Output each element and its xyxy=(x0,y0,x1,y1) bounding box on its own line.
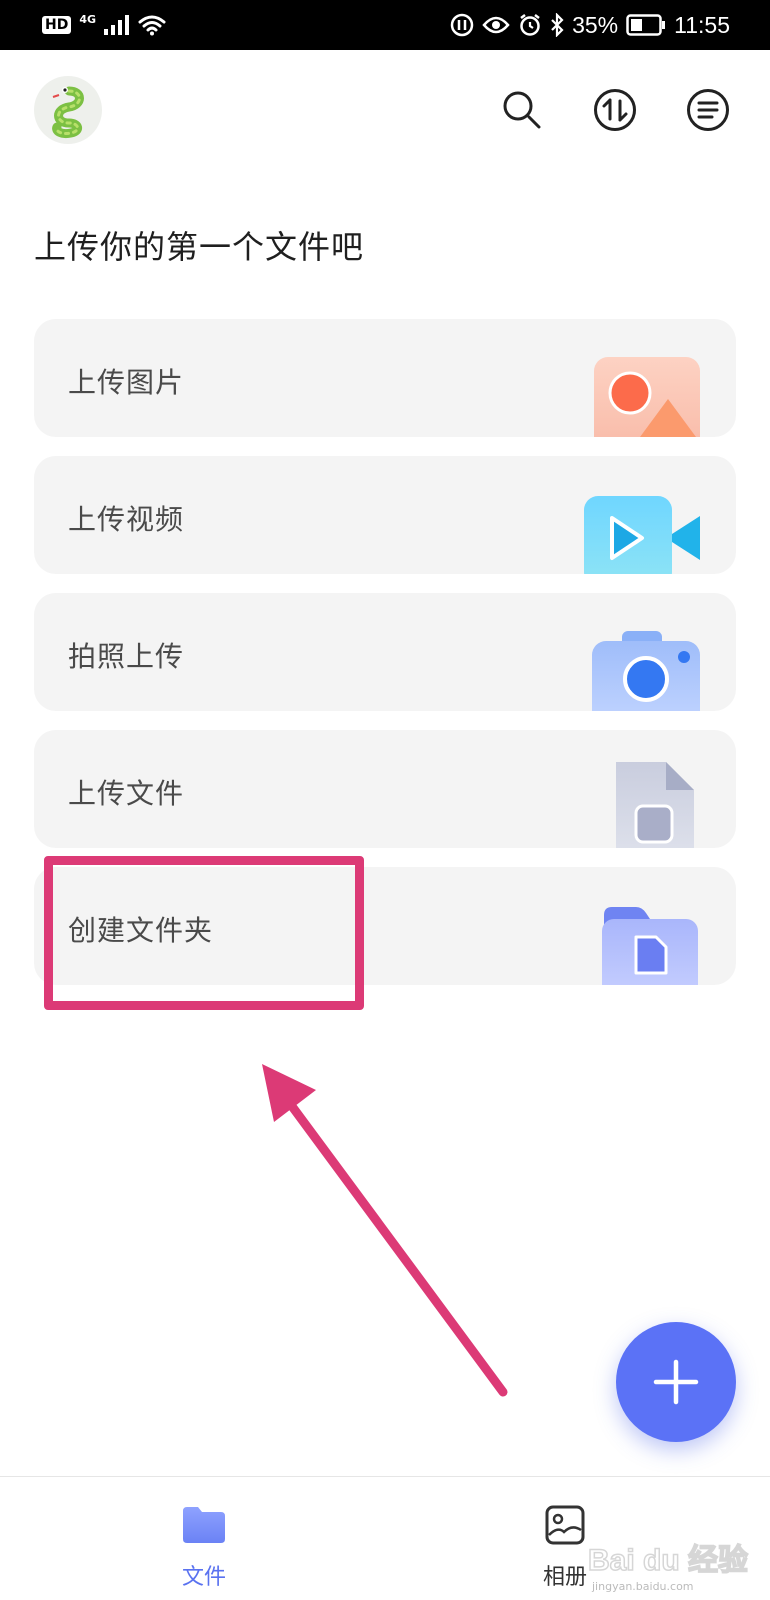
status-right: 35% 11:55 xyxy=(450,12,730,39)
battery-percent: 35% xyxy=(572,11,619,38)
card-label: 上传视频 xyxy=(68,503,185,536)
network-type: 4G xyxy=(79,12,97,26)
add-button[interactable] xyxy=(616,1322,736,1442)
folder-icon xyxy=(602,907,698,985)
card-label: 上传图片 xyxy=(68,366,185,399)
eye-comfort-icon xyxy=(482,15,510,35)
battery-icon xyxy=(626,14,666,36)
annotation-arrow xyxy=(262,1064,508,1397)
folder-tab-icon xyxy=(180,1501,228,1549)
snake-avatar-icon xyxy=(52,86,84,138)
tab-album-label: 相册 xyxy=(542,1565,587,1590)
create-folder-card[interactable]: 创建文件夹 xyxy=(34,867,736,985)
card-label: 拍照上传 xyxy=(68,640,185,673)
document-icon xyxy=(616,762,694,848)
status-bar: HD 4G 35% 11:55 xyxy=(0,0,770,50)
upload-image-card[interactable]: 上传图片 xyxy=(34,319,736,437)
tab-album[interactable]: 相册 xyxy=(505,1477,625,1600)
search-button[interactable] xyxy=(498,86,546,134)
status-left: HD 4G xyxy=(42,12,166,36)
video-icon xyxy=(584,496,700,574)
camera-icon xyxy=(592,631,700,711)
plus-icon xyxy=(653,1359,699,1405)
transfer-button[interactable] xyxy=(591,86,639,134)
page-title: 上传你的第一个文件吧 xyxy=(34,228,365,266)
menu-icon xyxy=(687,89,729,131)
clock: 11:55 xyxy=(674,11,730,38)
bluetooth-icon xyxy=(550,13,564,37)
image-icon xyxy=(594,357,700,437)
card-label: 上传文件 xyxy=(68,777,185,810)
wifi-icon xyxy=(138,14,166,36)
transfer-icon xyxy=(594,89,636,131)
tab-files[interactable]: 文件 xyxy=(144,1477,264,1600)
card-label: 创建文件夹 xyxy=(68,914,214,947)
bottom-nav: 文件 相册 xyxy=(0,1476,770,1600)
menu-button[interactable] xyxy=(684,86,732,134)
avatar[interactable] xyxy=(34,76,102,144)
alarm-icon xyxy=(518,13,542,37)
album-icon xyxy=(541,1501,589,1549)
hd-badge: HD xyxy=(42,16,72,34)
signal-icon xyxy=(104,15,130,35)
take-photo-card[interactable]: 拍照上传 xyxy=(34,593,736,711)
upload-video-card[interactable]: 上传视频 xyxy=(34,456,736,574)
data-saver-icon xyxy=(450,13,474,37)
tab-files-label: 文件 xyxy=(181,1565,226,1590)
upload-file-card[interactable]: 上传文件 xyxy=(34,730,736,848)
search-icon xyxy=(503,91,541,129)
